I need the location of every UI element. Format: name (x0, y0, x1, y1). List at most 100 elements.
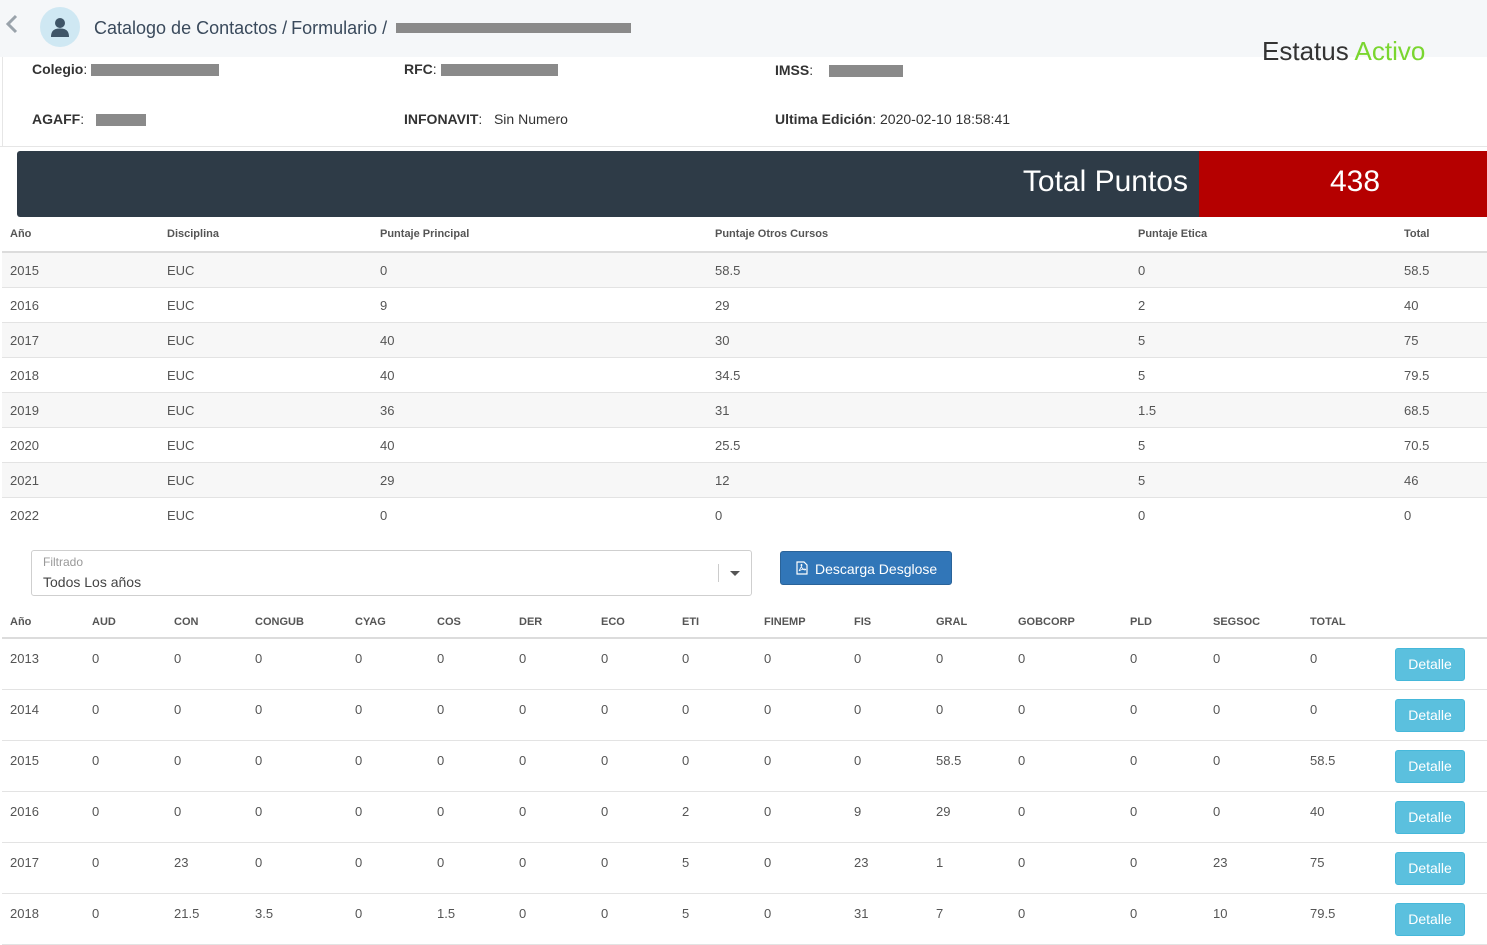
table-cell: 0 (1310, 651, 1318, 666)
col-header-der[interactable]: DER (519, 616, 542, 628)
col-header-segsoc[interactable]: SEGSOC (1213, 616, 1260, 628)
table-cell: 7 (936, 906, 944, 921)
table-cell: 23 (854, 855, 869, 870)
table-cell: 36 (380, 403, 395, 418)
table-cell: 0 (854, 651, 862, 666)
estatus-label: Estatus (1262, 38, 1349, 64)
col-header-eco[interactable]: ECO (601, 616, 625, 628)
table-cell: 29 (715, 298, 730, 313)
filtrado-value: Todos Los años (43, 574, 142, 590)
table-cell: 46 (1404, 473, 1419, 488)
table-row: 2017 0 23 0 0 0 0 0 5 0 23 1 0 0 23 75 Detalle (2, 843, 1487, 894)
breadcrumb-formulario[interactable]: Formulario / (291, 18, 387, 38)
select-separator (718, 564, 719, 582)
col-header-con[interactable]: CON (174, 616, 198, 628)
redacted-colegio (91, 64, 220, 77)
table-cell: EUC (167, 508, 195, 523)
detalle-button[interactable]: Detalle (1395, 750, 1465, 783)
table-cell: EUC (167, 298, 195, 313)
detalle-button[interactable]: Detalle (1395, 801, 1465, 834)
table-cell: 0 (519, 702, 527, 717)
table-cell: 0 (1018, 702, 1026, 717)
table-row: 2016 EUC 9 29 2 40 (2, 288, 1487, 323)
col-header-total[interactable]: Total (1404, 228, 1429, 240)
col-header-fis[interactable]: FIS (854, 616, 871, 628)
total-puntos-value-box: 438 (1199, 151, 1487, 217)
col-header-disciplina[interactable]: Disciplina (167, 228, 219, 240)
table-cell: 0 (437, 855, 445, 870)
desglose-table: Año AUD CON CONGUB CYAG COS DER ECO ETI FINEMP FIS… (2, 606, 1487, 945)
col-header-puntaje-principal[interactable]: Puntaje Principal (380, 228, 469, 240)
table-cell: 0 (764, 855, 772, 870)
col-header-cyag[interactable]: CYAG (355, 616, 386, 628)
col-header-eti[interactable]: ETI (682, 616, 699, 628)
detalle-button[interactable]: Detalle (1395, 903, 1465, 936)
table-cell: 5 (1138, 438, 1146, 453)
col-header-pld[interactable]: PLD (1130, 616, 1152, 628)
col-header-aud[interactable]: AUD (92, 616, 116, 628)
ultima-edicion-value: 2020-02-10 18:58:41 (880, 111, 1011, 127)
col-header-congub[interactable]: CONGUB (255, 616, 304, 628)
table-cell: 0 (601, 804, 609, 819)
table-cell: 2 (1138, 298, 1146, 313)
chevron-down-icon[interactable] (730, 571, 740, 576)
col-header-gobcorp[interactable]: GOBCORP (1018, 616, 1075, 628)
table-cell: 2017 (10, 333, 39, 348)
col-header-puntaje-otros[interactable]: Puntaje Otros Cursos (715, 228, 828, 240)
table-row: 2013 0 0 0 0 0 0 0 0 0 0 0 0 0 0 0 Detalle (2, 639, 1487, 690)
table-cell: 0 (355, 804, 363, 819)
rfc-field: RFC: (404, 61, 558, 77)
table-cell: 75 (1404, 333, 1419, 348)
col-header-ao[interactable]: Año (10, 616, 31, 628)
filtrado-select[interactable]: Filtrado Todos Los años (31, 550, 752, 596)
detalle-button[interactable]: Detalle (1395, 699, 1465, 732)
table-cell: 0 (1138, 508, 1146, 523)
table-cell: EUC (167, 368, 195, 383)
table-cell: 0 (1213, 804, 1221, 819)
col-header-ano[interactable]: Año (10, 228, 31, 240)
table-cell: 29 (380, 473, 395, 488)
table-cell: 9 (380, 298, 388, 313)
col-header-finemp[interactable]: FINEMP (764, 616, 806, 628)
colegio-label: Colegio (32, 61, 84, 77)
table-cell: 0 (174, 651, 182, 666)
table-cell: 0 (601, 651, 609, 666)
table-cell: 10 (1213, 906, 1228, 921)
table-cell: EUC (167, 438, 195, 453)
infonavit-field: INFONAVIT: Sin Numero (404, 111, 568, 127)
table-cell: 2015 (10, 263, 39, 278)
table-cell: 58.5 (1404, 263, 1430, 278)
table-cell: 40 (380, 333, 395, 348)
col-header-puntaje-etica[interactable]: Puntaje Etica (1138, 228, 1207, 240)
table-cell: 2016 (10, 298, 39, 313)
back-chevron-icon[interactable] (2, 12, 22, 36)
table-cell: 5 (1138, 473, 1146, 488)
imss-label: IMSS (775, 62, 810, 78)
total-puntos-label: Total Puntos (1022, 165, 1188, 198)
total-puntos-value: 438 (1329, 165, 1381, 198)
table-cell: 0 (92, 702, 100, 717)
col-header-total[interactable]: TOTAL (1310, 616, 1346, 628)
descarga-desglose-button[interactable]: Descarga Desglose (780, 551, 952, 585)
table-cell: 0 (437, 753, 445, 768)
table-cell: EUC (167, 473, 195, 488)
user-icon (51, 18, 69, 37)
table-row: 2016 0 0 0 0 0 0 0 2 0 9 29 0 0 0 40 Detalle (2, 792, 1487, 843)
table-cell: 0 (355, 753, 363, 768)
detalle-button[interactable]: Detalle (1395, 852, 1465, 885)
left-border (2, 57, 3, 147)
table-row: 2015 EUC 0 58.5 0 58.5 (2, 253, 1487, 288)
table-cell: 0 (715, 508, 723, 523)
table-cell: 0 (255, 651, 263, 666)
table-cell: 0 (355, 651, 363, 666)
col-header-gral[interactable]: GRAL (936, 616, 967, 628)
table-cell: 23 (174, 855, 189, 870)
detalle-button[interactable]: Detalle (1395, 648, 1465, 681)
table-cell: 3.5 (255, 906, 274, 921)
redacted-contact-name (396, 23, 631, 33)
table-cell: 0 (174, 753, 182, 768)
table-cell: 0 (1018, 906, 1026, 921)
table-row: 2018 0 21.5 3.5 0 1.5 0 0 5 0 31 7 0 0 10 79.5 Detalle (2, 894, 1487, 945)
breadcrumb-catalogo[interactable]: Catalogo de Contactos / (94, 18, 287, 38)
col-header-cos[interactable]: COS (437, 616, 461, 628)
